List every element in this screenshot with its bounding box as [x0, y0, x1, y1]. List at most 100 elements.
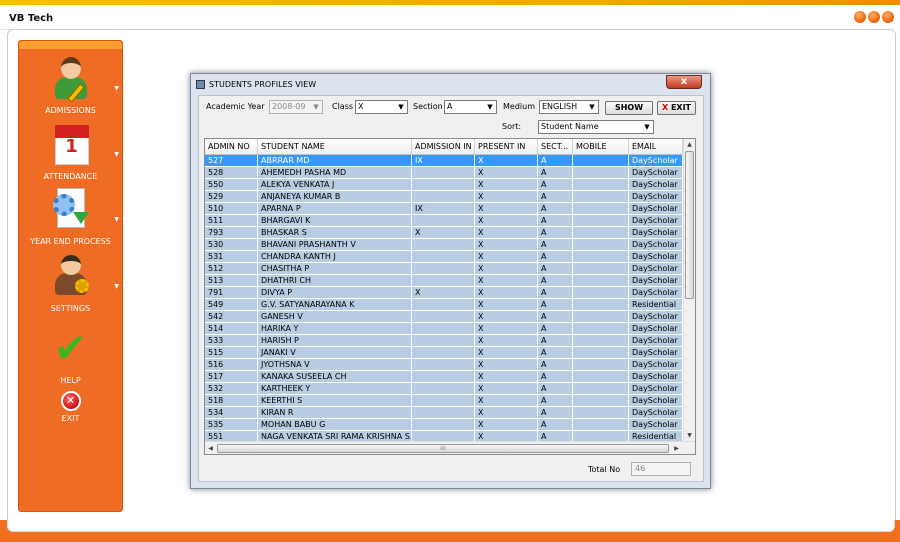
table-cell: X — [475, 275, 538, 286]
column-header[interactable]: PRESENT IN — [475, 139, 538, 155]
sidebar-item-help[interactable]: ✔ HELP — [19, 325, 122, 385]
table-row[interactable]: 513 DHATHRI CH X A DayScholar — [205, 275, 683, 287]
vertical-scroll-thumb[interactable] — [685, 151, 694, 299]
window-control-dot-icon[interactable] — [854, 11, 866, 23]
sort-select[interactable]: Student Name ▼ — [538, 120, 654, 134]
table-cell — [412, 263, 475, 274]
table-row[interactable]: 514 HARIKA Y X A DayScholar — [205, 323, 683, 335]
table-row[interactable]: 532 KARTHEEK Y X A DayScholar — [205, 383, 683, 395]
table-row[interactable]: 527 ABRRAR MD IX X A DayScholar — [205, 155, 683, 167]
section-select[interactable]: A ▼ — [444, 100, 497, 114]
table-cell — [412, 179, 475, 190]
chevron-down-icon: ▼ — [487, 103, 493, 111]
chevron-down-icon[interactable]: ▼ — [114, 283, 119, 290]
table-cell: ABRRAR MD — [258, 155, 412, 166]
table-cell: X — [412, 287, 475, 298]
scroll-up-icon[interactable]: ▲ — [684, 139, 695, 150]
table-cell — [412, 419, 475, 430]
table-cell: CHASITHA P — [258, 263, 412, 274]
horizontal-scrollbar[interactable]: ◀ ⁞⁞⁞ ▶ — [205, 441, 695, 454]
table-row[interactable]: 534 KIRAN R X A DayScholar — [205, 407, 683, 419]
chevron-down-icon[interactable]: ▼ — [114, 151, 119, 158]
sidebar-item-label: EXIT — [61, 414, 80, 423]
sidebar-item-exit[interactable]: ✕ EXIT — [19, 391, 122, 423]
scroll-right-icon[interactable]: ▶ — [671, 443, 682, 454]
sidebar-item-year-end-process[interactable]: YEAR END PROCESS ▼ — [19, 186, 122, 246]
class-select[interactable]: X ▼ — [355, 100, 408, 114]
chevron-down-icon[interactable]: ▼ — [114, 85, 119, 92]
table-cell — [412, 323, 475, 334]
column-header[interactable]: SECT... — [538, 139, 573, 155]
table-cell — [573, 395, 629, 406]
table-row[interactable]: 516 JYOTHSNA V X A DayScholar — [205, 359, 683, 371]
students-grid[interactable]: ADMIN NO STUDENT NAME ADMISSION IN PRESENT … — [204, 138, 696, 455]
medium-select[interactable]: ENGLISH ▼ — [539, 100, 599, 114]
table-cell — [573, 299, 629, 310]
table-cell: KIRAN R — [258, 407, 412, 418]
students-profiles-dialog: STUDENTS PROFILES VIEW x Academic Year 2… — [190, 73, 711, 489]
table-row[interactable]: 542 GANESH V X A DayScholar — [205, 311, 683, 323]
table-cell: X — [475, 251, 538, 262]
exit-button[interactable]: X EXIT — [657, 101, 696, 115]
gear-document-icon — [49, 186, 93, 234]
close-icon[interactable]: x — [666, 75, 702, 89]
table-row[interactable]: 530 BHAVANI PRASHANTH V X A DayScholar — [205, 239, 683, 251]
table-row[interactable]: 549 G.V. SATYANARAYANA K X A Residential — [205, 299, 683, 311]
show-button[interactable]: SHOW — [605, 101, 653, 115]
column-header[interactable]: MOBILE — [573, 139, 629, 155]
table-cell: DayScholar — [629, 179, 683, 190]
table-row[interactable]: 793 BHASKAR S X X A DayScholar — [205, 227, 683, 239]
sidebar-item-admissions[interactable]: ADMISSIONS ▼ — [19, 55, 122, 115]
horizontal-scroll-thumb[interactable]: ⁞⁞⁞ — [217, 444, 669, 453]
column-header[interactable]: ADMIN NO — [205, 139, 258, 155]
table-row[interactable]: 518 KEERTHI S X A DayScholar — [205, 395, 683, 407]
scroll-down-icon[interactable]: ▼ — [684, 430, 695, 441]
sidebar-item-settings[interactable]: SETTINGS ▼ — [19, 253, 122, 313]
table-row[interactable]: 511 BHARGAVI K X A DayScholar — [205, 215, 683, 227]
window-control-dot-icon[interactable] — [868, 11, 880, 23]
window-control-dot-icon[interactable] — [882, 11, 894, 23]
chevron-down-icon: ▼ — [313, 103, 319, 111]
table-cell: X — [475, 383, 538, 394]
vertical-scrollbar[interactable]: ▲ ▼ — [683, 139, 695, 441]
table-cell: ALEKYA VENKATA J — [258, 179, 412, 190]
table-row[interactable]: 531 CHANDRA KANTH J X A DayScholar — [205, 251, 683, 263]
table-cell: DayScholar — [629, 419, 683, 430]
column-header[interactable]: STUDENT NAME — [258, 139, 412, 155]
table-cell: X — [475, 239, 538, 250]
section-value: A — [447, 102, 453, 111]
table-row[interactable]: 517 KANAKA SUSEELA CH X A DayScholar — [205, 371, 683, 383]
table-cell — [412, 239, 475, 250]
table-row[interactable]: 515 JANAKI V X A DayScholar — [205, 347, 683, 359]
table-cell — [573, 287, 629, 298]
table-row[interactable]: 512 CHASITHA P X A DayScholar — [205, 263, 683, 275]
table-cell: A — [538, 335, 573, 346]
calendar-icon: 1 — [49, 121, 93, 169]
table-row[interactable]: 791 DIVYA P X X A DayScholar — [205, 287, 683, 299]
table-row[interactable]: 550 ALEKYA VENKATA J X A DayScholar — [205, 179, 683, 191]
table-row[interactable]: 528 AHEMEDH PASHA MD X A DayScholar — [205, 167, 683, 179]
column-header[interactable]: ADMISSION IN — [412, 139, 475, 155]
table-row[interactable]: 529 ANJANEYA KUMAR B X A DayScholar — [205, 191, 683, 203]
sidebar-item-label: ADMISSIONS — [45, 106, 96, 115]
table-cell: A — [538, 239, 573, 250]
academic-year-select[interactable]: 2008-09 ▼ — [269, 100, 323, 114]
table-row[interactable]: 535 MOHAN BABU G X A DayScholar — [205, 419, 683, 431]
chevron-down-icon: ▼ — [589, 103, 595, 111]
table-cell — [412, 251, 475, 262]
table-cell: A — [538, 179, 573, 190]
table-cell: DayScholar — [629, 347, 683, 358]
chevron-down-icon[interactable]: ▼ — [114, 216, 119, 223]
column-header[interactable]: EMAIL — [629, 139, 683, 155]
table-cell: X — [475, 179, 538, 190]
table-row[interactable]: 510 APARNA P IX X A DayScholar — [205, 203, 683, 215]
scroll-left-icon[interactable]: ◀ — [205, 443, 216, 454]
sidebar-item-attendance[interactable]: 1 ATTENDANCE ▼ — [19, 121, 122, 181]
table-cell: Residential — [629, 299, 683, 310]
table-cell — [573, 167, 629, 178]
table-cell: A — [538, 395, 573, 406]
table-cell: DayScholar — [629, 215, 683, 226]
table-cell: 517 — [205, 371, 258, 382]
table-cell — [412, 167, 475, 178]
table-row[interactable]: 533 HARISH P X A DayScholar — [205, 335, 683, 347]
